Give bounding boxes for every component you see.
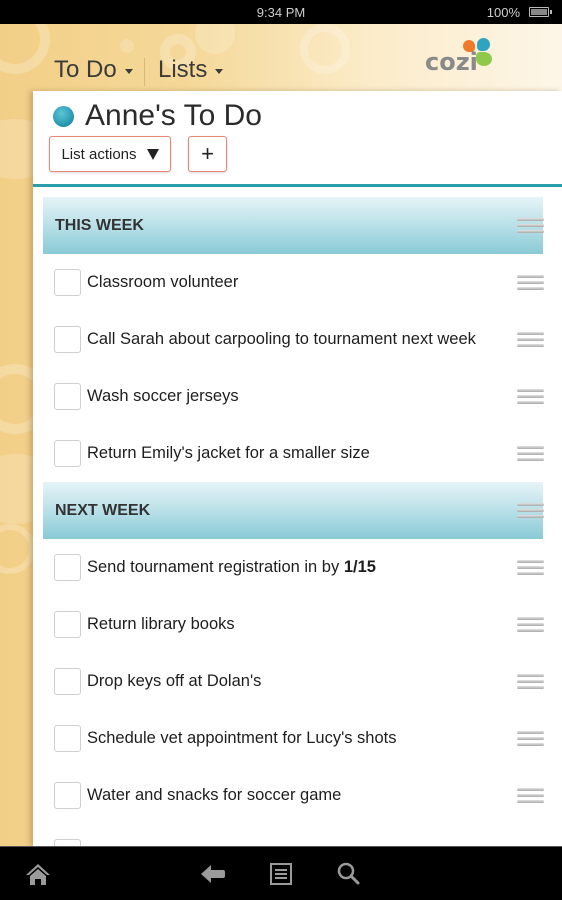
list-item: Drop keys off at Dolan's: [43, 653, 544, 710]
item-text[interactable]: Schedule vet appointment for Lucy's shot…: [87, 729, 397, 748]
todo-menu-label: To Do: [54, 56, 117, 83]
item-checkbox[interactable]: [54, 668, 81, 695]
dropdown-triangle-icon: [146, 148, 159, 160]
drag-handle-icon[interactable]: [517, 787, 544, 804]
list-item: Wash soccer jerseys: [43, 368, 544, 425]
title-divider: [33, 184, 562, 187]
drag-handle-icon[interactable]: [517, 274, 544, 291]
drag-handle-icon[interactable]: [517, 217, 544, 234]
drag-handle-icon[interactable]: [517, 616, 544, 633]
list-item-partial: [43, 824, 543, 846]
item-checkbox[interactable]: [54, 440, 81, 467]
lists-menu[interactable]: Lists: [158, 56, 224, 84]
item-checkbox[interactable]: [54, 611, 81, 638]
item-checkbox[interactable]: [54, 269, 81, 296]
list-actions-label: List actions: [61, 145, 137, 163]
plus-icon: +: [201, 141, 214, 166]
nav-divider: [144, 58, 145, 86]
item-checkbox[interactable]: [54, 839, 81, 846]
list-title-row: Anne's To Do: [53, 99, 262, 133]
list-item: Schedule vet appointment for Lucy's shot…: [43, 710, 544, 767]
item-label: Classroom volunteer: [87, 273, 239, 291]
section-header: THIS WEEK: [43, 197, 544, 254]
item-text[interactable]: Send tournament registration in by 1/15: [87, 558, 376, 577]
back-icon[interactable]: [199, 861, 227, 887]
section-header: NEXT WEEK: [43, 482, 544, 539]
status-time: 9:34 PM: [256, 5, 306, 20]
item-label: Water and snacks for soccer game: [87, 786, 342, 804]
section-title: NEXT WEEK: [55, 501, 151, 519]
item-text[interactable]: Call Sarah about carpooling to tournamen…: [87, 330, 476, 349]
item-checkbox[interactable]: [54, 782, 81, 809]
item-label: Send tournament registration in by: [87, 558, 344, 576]
item-label: Call Sarah about carpooling to tournamen…: [87, 330, 476, 348]
item-text[interactable]: Return library books: [87, 615, 235, 634]
item-checkbox[interactable]: [54, 383, 81, 410]
add-item-button[interactable]: +: [188, 136, 227, 172]
battery-percent: 100%: [486, 5, 520, 20]
status-bar: 9:34 PM 100%: [0, 0, 562, 24]
search-icon[interactable]: [335, 861, 363, 887]
list-color-dot: [53, 105, 74, 127]
todo-menu[interactable]: To Do: [54, 56, 133, 84]
item-label: Wash soccer jerseys: [87, 387, 239, 405]
drag-handle-icon[interactable]: [517, 559, 544, 576]
item-checkbox[interactable]: [54, 725, 81, 752]
item-label: Return Emily's jacket for a smaller size: [87, 444, 370, 462]
item-text[interactable]: Drop keys off at Dolan's: [87, 672, 261, 691]
item-checkbox[interactable]: [54, 326, 81, 353]
chevron-down-icon: [215, 68, 224, 74]
menu-icon[interactable]: [267, 861, 295, 887]
item-text[interactable]: Classroom volunteer: [87, 273, 238, 292]
list-item: Classroom volunteer: [43, 254, 544, 311]
list-item: Return library books: [43, 596, 544, 653]
list-item: Call Sarah about carpooling to tournamen…: [43, 311, 544, 368]
drag-handle-icon[interactable]: [517, 502, 544, 519]
item-label: Return library books: [87, 615, 235, 633]
list-item: Water and snacks for soccer game: [43, 767, 544, 824]
logo-green-shape: [476, 52, 492, 66]
drag-handle-icon[interactable]: [517, 730, 544, 747]
list-panel: Anne's To Do List actions + THIS WEEK Cla…: [33, 91, 562, 846]
list-item: Send tournament registration in by 1/15: [43, 539, 544, 596]
drag-handle-icon[interactable]: [517, 445, 544, 462]
list-actions-button[interactable]: List actions: [49, 136, 171, 172]
battery-full-icon: [529, 7, 552, 17]
item-text[interactable]: Water and snacks for soccer game: [87, 786, 341, 805]
item-label: Schedule vet appointment for Lucy's shot…: [87, 729, 397, 747]
item-checkbox[interactable]: [54, 554, 81, 581]
item-text[interactable]: Return Emily's jacket for a smaller size: [87, 444, 370, 463]
item-date: 1/15: [343, 558, 376, 576]
section-title: THIS WEEK: [55, 216, 144, 234]
drag-handle-icon[interactable]: [517, 331, 544, 348]
chevron-down-icon: [124, 68, 133, 74]
logo-blue-shape: [477, 38, 490, 51]
system-nav-bar: [0, 846, 562, 900]
item-label: Drop keys off at Dolan's: [87, 672, 262, 690]
logo-text: cozi: [425, 48, 478, 76]
list-title: Anne's To Do: [85, 99, 262, 132]
todo-list: THIS WEEK Classroom volunteer Call Sarah a…: [43, 197, 544, 846]
drag-handle-icon[interactable]: [517, 673, 544, 690]
list-item: Return Emily's jacket for a smaller size: [43, 425, 544, 482]
home-icon[interactable]: [24, 861, 52, 887]
cozi-logo: cozi: [425, 36, 505, 76]
drag-handle-icon[interactable]: [517, 388, 544, 405]
lists-menu-label: Lists: [158, 56, 208, 83]
top-nav: To Do Lists cozi: [0, 24, 562, 92]
item-text[interactable]: Wash soccer jerseys: [87, 387, 239, 406]
